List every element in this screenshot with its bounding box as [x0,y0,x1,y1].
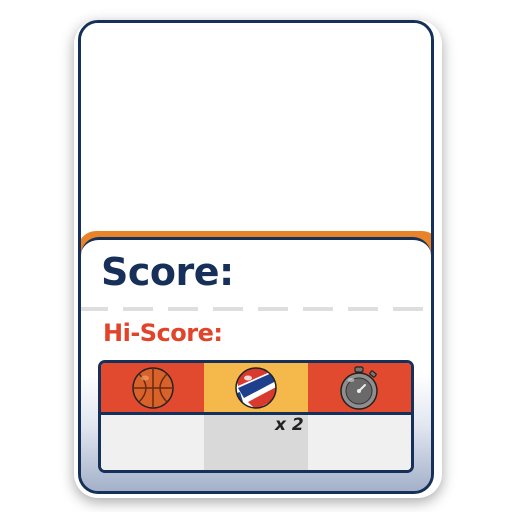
powerup-count-row: x 2 [101,415,411,470]
powerup-icon-row [101,363,411,415]
powerup-count-stopwatch [307,415,411,470]
powerup-slot-striped-ball[interactable] [204,363,308,412]
powerup-slot-stopwatch[interactable] [308,363,411,412]
powerup-slot-basketball[interactable] [101,363,204,412]
score-label: Score: [101,250,234,294]
score-panel: Score: Hi-Score: x 2 [81,237,431,491]
play-area[interactable] [81,23,431,237]
powerup-inventory: x 2 [98,360,414,473]
powerup-count-striped-ball: x 2 [204,415,308,470]
powerup-count-basketball [101,415,205,470]
striped-ball-icon [235,366,277,409]
basketball-icon [131,366,174,409]
powerup-multiplier: x 2 [274,415,304,435]
dashed-divider [81,307,431,311]
stopwatch-icon [340,365,379,410]
score-card: Score: Hi-Score: x 2 [78,20,434,494]
hiscore-label: Hi-Score: [103,319,223,347]
game-screen: Score: Hi-Score: x 2 [0,0,512,512]
